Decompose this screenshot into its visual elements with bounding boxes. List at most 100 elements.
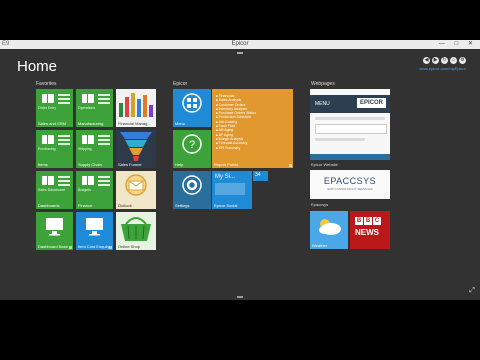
help-icon: ? (182, 134, 202, 154)
outlook-icon (125, 174, 147, 196)
tile-label: Finance (78, 203, 93, 208)
tile-epicor-website[interactable]: MENU EPICOR (310, 89, 390, 160)
tile-item-cost-enquiry[interactable]: Item Cost Enquiry (76, 212, 113, 250)
news-wordmark: NEWS (355, 228, 379, 237)
site-header: MENU EPICOR (310, 95, 390, 113)
tile-epaccsys[interactable]: EPACCSYS ERP CONSULTANCY SERVICES (310, 170, 390, 199)
tile-sub-label: Order Entry (38, 106, 57, 110)
tile-menu[interactable]: Menu (173, 89, 211, 127)
badge-icon (109, 246, 112, 249)
tile-help[interactable]: ? Help (173, 130, 211, 168)
minimize-button[interactable]: — (439, 41, 449, 47)
title-bar: E9 Epicor — □ ✕ (0, 40, 480, 49)
epaccsys-logo: EPACCSYS (323, 176, 377, 186)
tile-report-points[interactable]: Financials Sales Analysis Customer Order… (212, 89, 293, 168)
tile-label: Sales and CRM (38, 121, 67, 126)
tile-label: Item Cost Enquiry (78, 244, 110, 249)
tile-manufacturing[interactable]: Operations Manufacturing (76, 89, 113, 127)
tile-sales-crm[interactable]: Order Entry Sales and CRM (36, 89, 73, 127)
bbc-letter: C (373, 217, 381, 225)
bbc-letter: B (364, 217, 372, 225)
bottom-grip-handle[interactable] (237, 296, 243, 298)
my-site-title: My Si... (215, 174, 236, 180)
tile-label: Online Shop (118, 244, 141, 249)
tile-financial-management[interactable]: Financial Manag... (116, 89, 156, 127)
list-icon (98, 176, 110, 188)
social-preview (215, 183, 245, 195)
tile-finance[interactable]: Budgets Finance (76, 171, 113, 209)
tile-online-shop[interactable]: Online Shop (116, 212, 156, 250)
tile-dashboard-base[interactable]: Dashboard Base (36, 212, 73, 250)
tile-supply-chain[interactable]: Shipping Supply Chain (76, 130, 113, 168)
tile-weather[interactable]: Weather (310, 211, 348, 249)
list-icon (58, 135, 70, 147)
tile-label: Outlook (118, 203, 132, 208)
refresh-icon[interactable]: ↻ (441, 57, 448, 64)
site-menu-label: MENU (315, 101, 330, 107)
bbc-logo: B B C (355, 217, 381, 225)
tile-label: Items (38, 162, 48, 167)
fullscreen-icon[interactable]: ⤢ (468, 287, 476, 295)
tile-label: Report Points (214, 162, 239, 167)
svg-text:?: ? (189, 139, 195, 151)
funnel-icon (120, 132, 152, 161)
list-icon (98, 94, 110, 106)
monitor-icon (46, 218, 63, 236)
book-icon (42, 135, 54, 144)
home-icon[interactable]: ⌂ (450, 57, 457, 64)
tile-label: Dashboards (38, 203, 60, 208)
window-controls: — □ ✕ (439, 40, 477, 47)
book-icon (82, 94, 94, 103)
gear-icon (182, 175, 202, 195)
maximize-button[interactable]: □ (455, 41, 463, 47)
settings-icon[interactable]: ⚙ (459, 57, 466, 64)
top-grip-handle[interactable] (237, 52, 243, 54)
tile-label: Dashboard Base (38, 244, 68, 249)
tile-sub-label: Shipping (78, 147, 92, 151)
window-title: Epicor (231, 41, 249, 47)
book-icon (42, 176, 54, 185)
page-title: Home (17, 58, 58, 75)
list-icon (58, 94, 70, 106)
list-icon (98, 135, 110, 147)
tile-label: Menu (175, 121, 186, 126)
site-search-input (315, 124, 387, 134)
tile-label: Help (175, 162, 184, 167)
badge-icon (69, 246, 72, 249)
tile-label: Epicor Social (214, 203, 238, 208)
top-right-nav: ◀ ▶ ↻ ⌂ ⚙ www.epicor.com/myEpicor (404, 57, 466, 71)
tile-bbc-news[interactable]: B B C NEWS (350, 211, 390, 249)
tile-sub-label: Sales Dashboard (38, 188, 65, 192)
badge-icon (289, 164, 292, 167)
account-link[interactable]: www.epicor.com/myEpicor (404, 66, 466, 71)
epicor-logo: EPICOR (356, 98, 386, 108)
tile-label: Supply Chain (78, 162, 102, 167)
tile-label: Settings (175, 203, 190, 208)
tile-sales-funnel[interactable]: Sales Funnel (116, 130, 156, 168)
bar-chart-icon (119, 93, 153, 117)
app-window (0, 40, 480, 300)
tile-label: Epaccsys (311, 202, 329, 207)
tile-epicor-social[interactable]: My Si... Epicor Social (212, 171, 252, 209)
tile-label: Sales Funnel (118, 162, 142, 167)
tile-label: Epicor Website (311, 162, 338, 167)
group-title-favorites: Favorites (36, 81, 57, 87)
tile-label: Manufacturing (78, 121, 104, 126)
menu-grid-icon (182, 93, 202, 113)
tile-items[interactable]: Purchasing Items (36, 130, 73, 168)
my-site-count-badge: 34 (253, 171, 268, 181)
tile-outlook[interactable]: Outlook (116, 171, 156, 209)
bbc-letter: B (355, 217, 363, 225)
monitor-icon (86, 218, 103, 236)
tile-sub-label: Operations (78, 106, 96, 110)
close-button[interactable]: ✕ (468, 41, 477, 47)
tile-settings[interactable]: Settings (173, 171, 211, 209)
back-icon[interactable]: ◀ (423, 57, 430, 64)
tile-dashboards[interactable]: Sales Dashboard Dashboards (36, 171, 73, 209)
weather-cloud-icon (319, 219, 341, 235)
forward-icon[interactable]: ▶ (432, 57, 439, 64)
group-title-epicor: Epicor (173, 81, 188, 87)
tile-sub-label: Budgets (78, 188, 91, 192)
epaccsys-tagline: ERP CONSULTANCY SERVICES (327, 187, 373, 191)
placeholder-line (315, 117, 385, 120)
